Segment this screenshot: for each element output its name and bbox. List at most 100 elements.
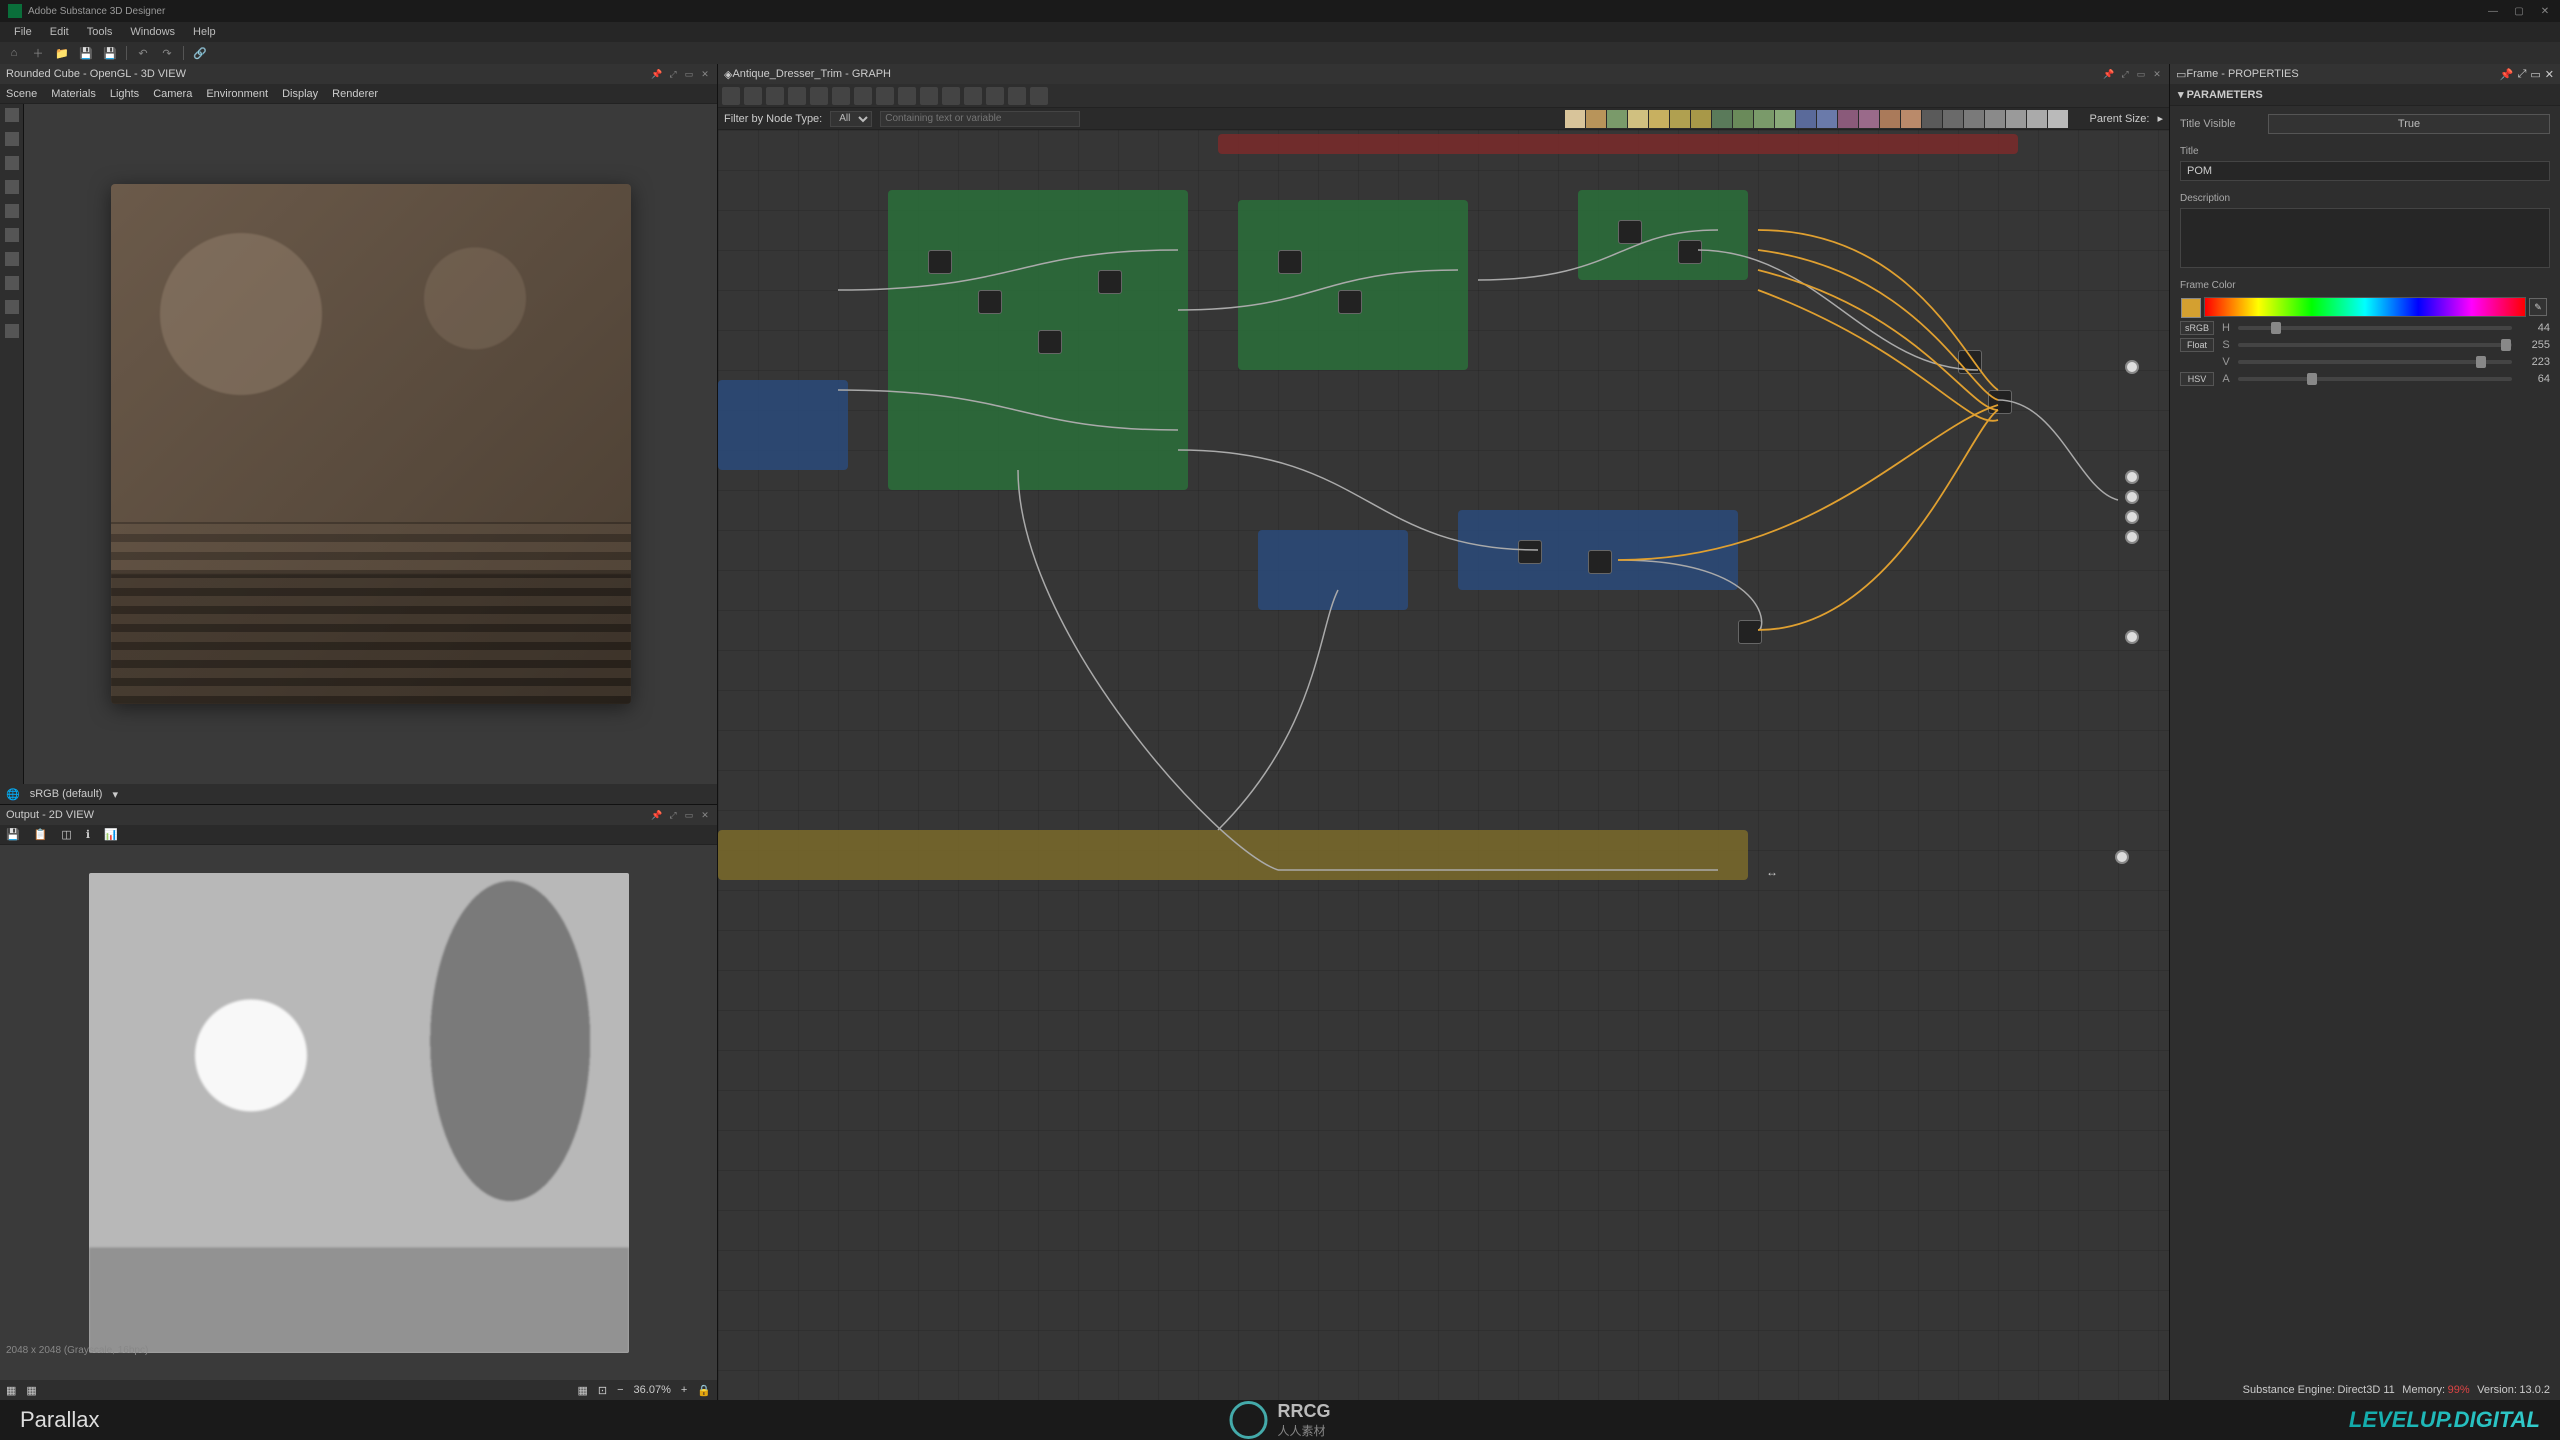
split-icon[interactable]: ◫ [61,828,71,841]
palette-swatch[interactable] [1586,110,1606,128]
palette-swatch[interactable] [1733,110,1753,128]
pin-icon[interactable]: 📌 [2103,68,2115,80]
palette-swatch[interactable] [1964,110,1984,128]
palette-swatch[interactable] [1901,110,1921,128]
tool-icon[interactable] [5,300,19,314]
menu-help[interactable]: Help [185,24,224,40]
graph-tool-icon[interactable] [744,87,762,105]
palette-swatch[interactable] [1817,110,1837,128]
parameters-section[interactable]: ▾ PARAMETERS [2170,84,2560,106]
pin-icon[interactable]: 📌 [2500,68,2514,81]
graph-tool-icon[interactable] [920,87,938,105]
close-button[interactable]: ✕ [2538,4,2552,18]
dropdown-icon[interactable]: ▾ [112,788,118,801]
filter-type-select[interactable]: All [830,111,872,127]
zoom-in-icon[interactable]: + [681,1384,687,1396]
info-icon[interactable]: ℹ [86,828,90,841]
menu-edit[interactable]: Edit [42,24,77,40]
hue-slider[interactable] [2238,326,2512,330]
description-input[interactable] [2180,208,2550,268]
undock-icon[interactable]: ▭ [2135,68,2147,80]
zoom-out-icon[interactable]: − [617,1384,623,1396]
graph-tool-icon[interactable] [832,87,850,105]
tab-materials[interactable]: Materials [51,88,96,100]
palette-swatch[interactable] [1943,110,1963,128]
tool-icon[interactable] [5,156,19,170]
palette-swatch[interactable] [2048,110,2068,128]
palette-swatch[interactable] [2027,110,2047,128]
palette-swatch[interactable] [1775,110,1795,128]
lock-icon[interactable]: 🔒 [697,1384,711,1397]
expand-icon[interactable]: ⤢ [2119,68,2131,80]
view3d-viewport[interactable] [24,104,717,784]
undock-icon[interactable]: ▭ [2530,68,2540,81]
tab-display[interactable]: Display [282,88,318,100]
tool-icon[interactable] [5,204,19,218]
tab-scene[interactable]: Scene [6,88,37,100]
palette-swatch[interactable] [1754,110,1774,128]
menu-windows[interactable]: Windows [122,24,183,40]
expand-icon[interactable]: ⤢ [667,809,679,821]
val-slider[interactable] [2238,360,2512,364]
graph-tool-icon[interactable] [788,87,806,105]
tool-icon[interactable] [5,180,19,194]
graph-tool-icon[interactable] [898,87,916,105]
val-value[interactable]: 223 [2518,356,2550,368]
palette-swatch[interactable] [1922,110,1942,128]
close-panel-icon[interactable]: ✕ [699,809,711,821]
tab-lights[interactable]: Lights [110,88,139,100]
graph-tool-icon[interactable] [766,87,784,105]
palette-swatch[interactable] [1565,110,1585,128]
pin-icon[interactable]: 📌 [651,68,663,80]
graph-tool-icon[interactable] [964,87,982,105]
palette-swatch[interactable] [1859,110,1879,128]
palette-swatch[interactable] [1880,110,1900,128]
tab-renderer[interactable]: Renderer [332,88,378,100]
palette-swatch[interactable] [2006,110,2026,128]
palette-swatch[interactable] [1628,110,1648,128]
fit-icon[interactable]: ⊡ [598,1384,607,1397]
graph-tool-icon[interactable] [876,87,894,105]
graph-tool-icon[interactable] [942,87,960,105]
home-icon[interactable]: ⌂ [6,45,22,61]
palette-swatch[interactable] [1691,110,1711,128]
title-visible-toggle[interactable]: True [2268,114,2550,134]
expand-icon[interactable]: ⤢ [2518,68,2527,81]
colorspace-label[interactable]: sRGB (default) [30,788,103,800]
color-swatch[interactable] [2181,298,2201,318]
title-input[interactable]: POM [2180,161,2550,181]
save-all-icon[interactable]: 💾 [102,45,118,61]
graph-tool-icon[interactable] [986,87,1004,105]
palette-swatch[interactable] [1607,110,1627,128]
undock-icon[interactable]: ▭ [683,809,695,821]
tab-camera[interactable]: Camera [153,88,192,100]
palette-swatch[interactable] [1796,110,1816,128]
open-icon[interactable]: 📁 [54,45,70,61]
globe-icon[interactable]: 🌐 [6,788,20,801]
menu-file[interactable]: File [6,24,40,40]
pin-icon[interactable]: 📌 [651,809,663,821]
alpha-value[interactable]: 64 [2518,373,2550,385]
alpha-slider[interactable] [2238,377,2512,381]
undock-icon[interactable]: ▭ [683,68,695,80]
copy-icon[interactable]: 📋 [34,828,48,841]
minimize-button[interactable]: — [2486,4,2500,18]
expand-icon[interactable]: ⤢ [667,68,679,80]
parent-size-icon[interactable]: ▸ [2157,112,2163,125]
graph-tool-icon[interactable] [810,87,828,105]
srgb-tag[interactable]: sRGB [2180,321,2214,335]
channel-icon[interactable]: ▦ [6,1384,16,1397]
palette-swatch[interactable] [1670,110,1690,128]
graph-tool-icon[interactable] [1008,87,1026,105]
filter-text-input[interactable] [880,111,1080,127]
hue-value[interactable]: 44 [2518,322,2550,334]
palette-swatch[interactable] [1838,110,1858,128]
graph-canvas[interactable]: ↔ [718,130,2169,1400]
sat-value[interactable]: 255 [2518,339,2550,351]
tool-icon[interactable] [5,108,19,122]
new-icon[interactable]: ＋ [30,45,46,61]
channel-icon[interactable]: ▦ [26,1384,36,1397]
tool-icon[interactable] [5,228,19,242]
palette-swatch[interactable] [1649,110,1669,128]
save-image-icon[interactable]: 💾 [6,828,20,841]
